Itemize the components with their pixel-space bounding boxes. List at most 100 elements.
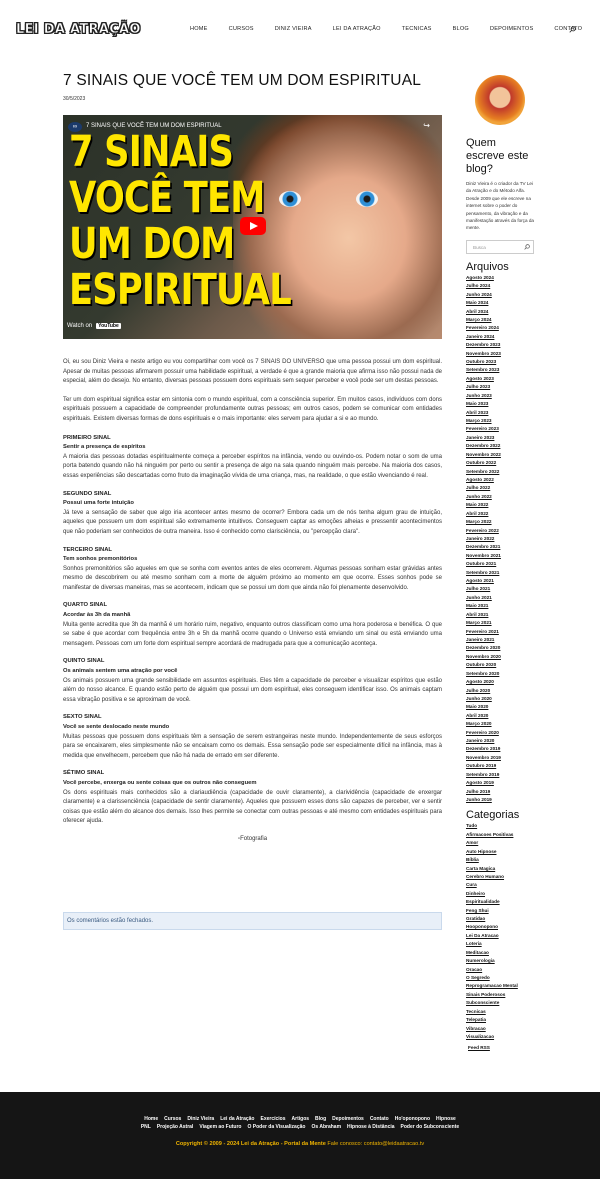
category-link[interactable]: Meditacao: [466, 949, 536, 957]
category-link[interactable]: Oracao: [466, 966, 536, 974]
category-link[interactable]: Espiritualidade: [466, 898, 536, 906]
category-link[interactable]: Auto Hipnose: [466, 848, 536, 856]
nav-item-cursos[interactable]: CURSOS: [229, 26, 254, 34]
category-link[interactable]: Tecnicas: [466, 1008, 536, 1016]
archive-link[interactable]: Abril 2022: [466, 510, 536, 518]
footer-link[interactable]: Depoimentos: [332, 1116, 364, 1122]
search-icon[interactable]: [569, 26, 576, 33]
archive-link[interactable]: Janeiro 2021: [466, 636, 536, 644]
archive-link[interactable]: Novembro 2021: [466, 552, 536, 560]
archive-link[interactable]: Dezembro 2023: [466, 341, 536, 349]
footer-link[interactable]: Hipnose à Distância: [347, 1124, 395, 1130]
site-logo[interactable]: LEI DA ATRAÇÃO: [16, 22, 141, 38]
archive-link[interactable]: Junho 2024: [466, 291, 536, 299]
footer-link[interactable]: Exercícios: [261, 1116, 286, 1122]
footer-link[interactable]: Artigos: [292, 1116, 310, 1122]
nav-item-depoimentos[interactable]: DEPOIMENTOS: [490, 26, 533, 34]
archive-link[interactable]: Julho 2023: [466, 383, 536, 391]
archive-link[interactable]: Janeiro 2020: [466, 737, 536, 745]
archive-link[interactable]: Janeiro 2023: [466, 434, 536, 442]
archive-link[interactable]: Agosto 2020: [466, 678, 536, 686]
archive-link[interactable]: Setembro 2020: [466, 670, 536, 678]
channel-logo-icon[interactable]: ∞: [68, 122, 82, 132]
footer-link[interactable]: Os Abraham: [311, 1124, 341, 1130]
footer-link[interactable]: Cursos: [164, 1116, 181, 1122]
footer-link[interactable]: Projeção Astral: [157, 1124, 194, 1130]
nav-item-blog[interactable]: BLOG: [453, 26, 469, 34]
category-link[interactable]: Vibracao: [466, 1025, 536, 1033]
footer-link[interactable]: Contato: [370, 1116, 389, 1122]
watch-on-youtube[interactable]: Watch on YouTube: [67, 323, 121, 329]
category-link[interactable]: Feng Shui: [466, 907, 536, 915]
archive-link[interactable]: Março 2024: [466, 316, 536, 324]
category-link[interactable]: Reprogramacao Mental: [466, 982, 536, 990]
archive-link[interactable]: Fevereiro 2024: [466, 324, 536, 332]
footer-link[interactable]: Hipnose: [436, 1116, 456, 1122]
archive-link[interactable]: Junho 2021: [466, 594, 536, 602]
feed-rss-link[interactable]: Feed RSS: [468, 1045, 536, 1050]
footer-link[interactable]: PNL: [141, 1124, 151, 1130]
footer-link[interactable]: Blog: [315, 1116, 326, 1122]
nav-item-lei-da-atra-o[interactable]: LEI DA ATRAÇÃO: [333, 26, 381, 34]
archive-link[interactable]: Janeiro 2022: [466, 535, 536, 543]
footer-link[interactable]: Ho'oponopono: [395, 1116, 430, 1122]
archive-link[interactable]: Setembro 2022: [466, 468, 536, 476]
archive-link[interactable]: Agosto 2021: [466, 577, 536, 585]
share-icon[interactable]: ↪: [423, 121, 430, 130]
archive-link[interactable]: Maio 2022: [466, 501, 536, 509]
category-link[interactable]: Hooponopono: [466, 923, 536, 931]
play-button-icon[interactable]: [240, 217, 266, 235]
footer-link[interactable]: Viagem ao Futuro: [199, 1124, 241, 1130]
archive-link[interactable]: Dezembro 2021: [466, 543, 536, 551]
category-link[interactable]: Gratidao: [466, 915, 536, 923]
archive-link[interactable]: Agosto 2024: [466, 274, 536, 282]
archive-link[interactable]: Novembro 2022: [466, 451, 536, 459]
youtube-video-embed[interactable]: 7 SINAIS VOCÊ TEM UM DOM ESPIRITUAL ∞ 7 …: [63, 115, 442, 339]
category-link[interactable]: Carta Magica: [466, 865, 536, 873]
archive-link[interactable]: Agosto 2019: [466, 779, 536, 787]
archive-link[interactable]: Novembro 2023: [466, 350, 536, 358]
archive-link[interactable]: Março 2022: [466, 518, 536, 526]
archive-link[interactable]: Maio 2024: [466, 299, 536, 307]
category-link[interactable]: Sinais Poderosos: [466, 991, 536, 999]
footer-link[interactable]: Poder do Subconsciente: [401, 1124, 460, 1130]
archive-link[interactable]: Abril 2020: [466, 712, 536, 720]
archive-link[interactable]: Setembro 2023: [466, 366, 536, 374]
archive-link[interactable]: Outubro 2021: [466, 560, 536, 568]
category-link[interactable]: Loteria: [466, 940, 536, 948]
nav-item-home[interactable]: HOME: [190, 26, 208, 34]
footer-link[interactable]: Home: [144, 1116, 158, 1122]
category-link[interactable]: Lei Da Atracao: [466, 932, 536, 940]
archive-link[interactable]: Abril 2023: [466, 409, 536, 417]
archive-link[interactable]: Março 2020: [466, 720, 536, 728]
contact-text[interactable]: Fale conosco: contato@leidaatracao.tv: [327, 1141, 424, 1147]
archive-link[interactable]: Maio 2021: [466, 602, 536, 610]
archive-link[interactable]: Agosto 2023: [466, 375, 536, 383]
archive-link[interactable]: Junho 2020: [466, 695, 536, 703]
archive-link[interactable]: Março 2023: [466, 417, 536, 425]
archive-link[interactable]: Abril 2024: [466, 308, 536, 316]
footer-link[interactable]: Lei da Atração: [220, 1116, 254, 1122]
archive-link[interactable]: Novembro 2020: [466, 653, 536, 661]
archive-link[interactable]: Maio 2023: [466, 400, 536, 408]
footer-link[interactable]: Diniz Vieira: [187, 1116, 214, 1122]
archive-link[interactable]: Agosto 2022: [466, 476, 536, 484]
category-link[interactable]: Subconsciente: [466, 999, 536, 1007]
archive-link[interactable]: Outubro 2019: [466, 762, 536, 770]
archive-link[interactable]: Outubro 2020: [466, 661, 536, 669]
category-link[interactable]: Tudo: [466, 822, 536, 830]
archive-link[interactable]: Maio 2020: [466, 703, 536, 711]
archive-link[interactable]: Outubro 2023: [466, 358, 536, 366]
archive-link[interactable]: Julho 2019: [466, 788, 536, 796]
sidebar-search-input[interactable]: Busca: [466, 239, 534, 254]
archive-link[interactable]: Abril 2021: [466, 611, 536, 619]
footer-link[interactable]: O Poder da Visualização: [247, 1124, 305, 1130]
nav-item-diniz-vieira[interactable]: DINIZ VIEIRA: [275, 26, 312, 34]
category-link[interactable]: Visualizacao: [466, 1033, 536, 1041]
archive-link[interactable]: Julho 2024: [466, 282, 536, 290]
category-link[interactable]: Cura: [466, 881, 536, 889]
category-link[interactable]: Dinheiro: [466, 890, 536, 898]
category-link[interactable]: Cerebro Humano: [466, 873, 536, 881]
search-icon[interactable]: [524, 244, 530, 250]
archive-link[interactable]: Junho 2023: [466, 392, 536, 400]
